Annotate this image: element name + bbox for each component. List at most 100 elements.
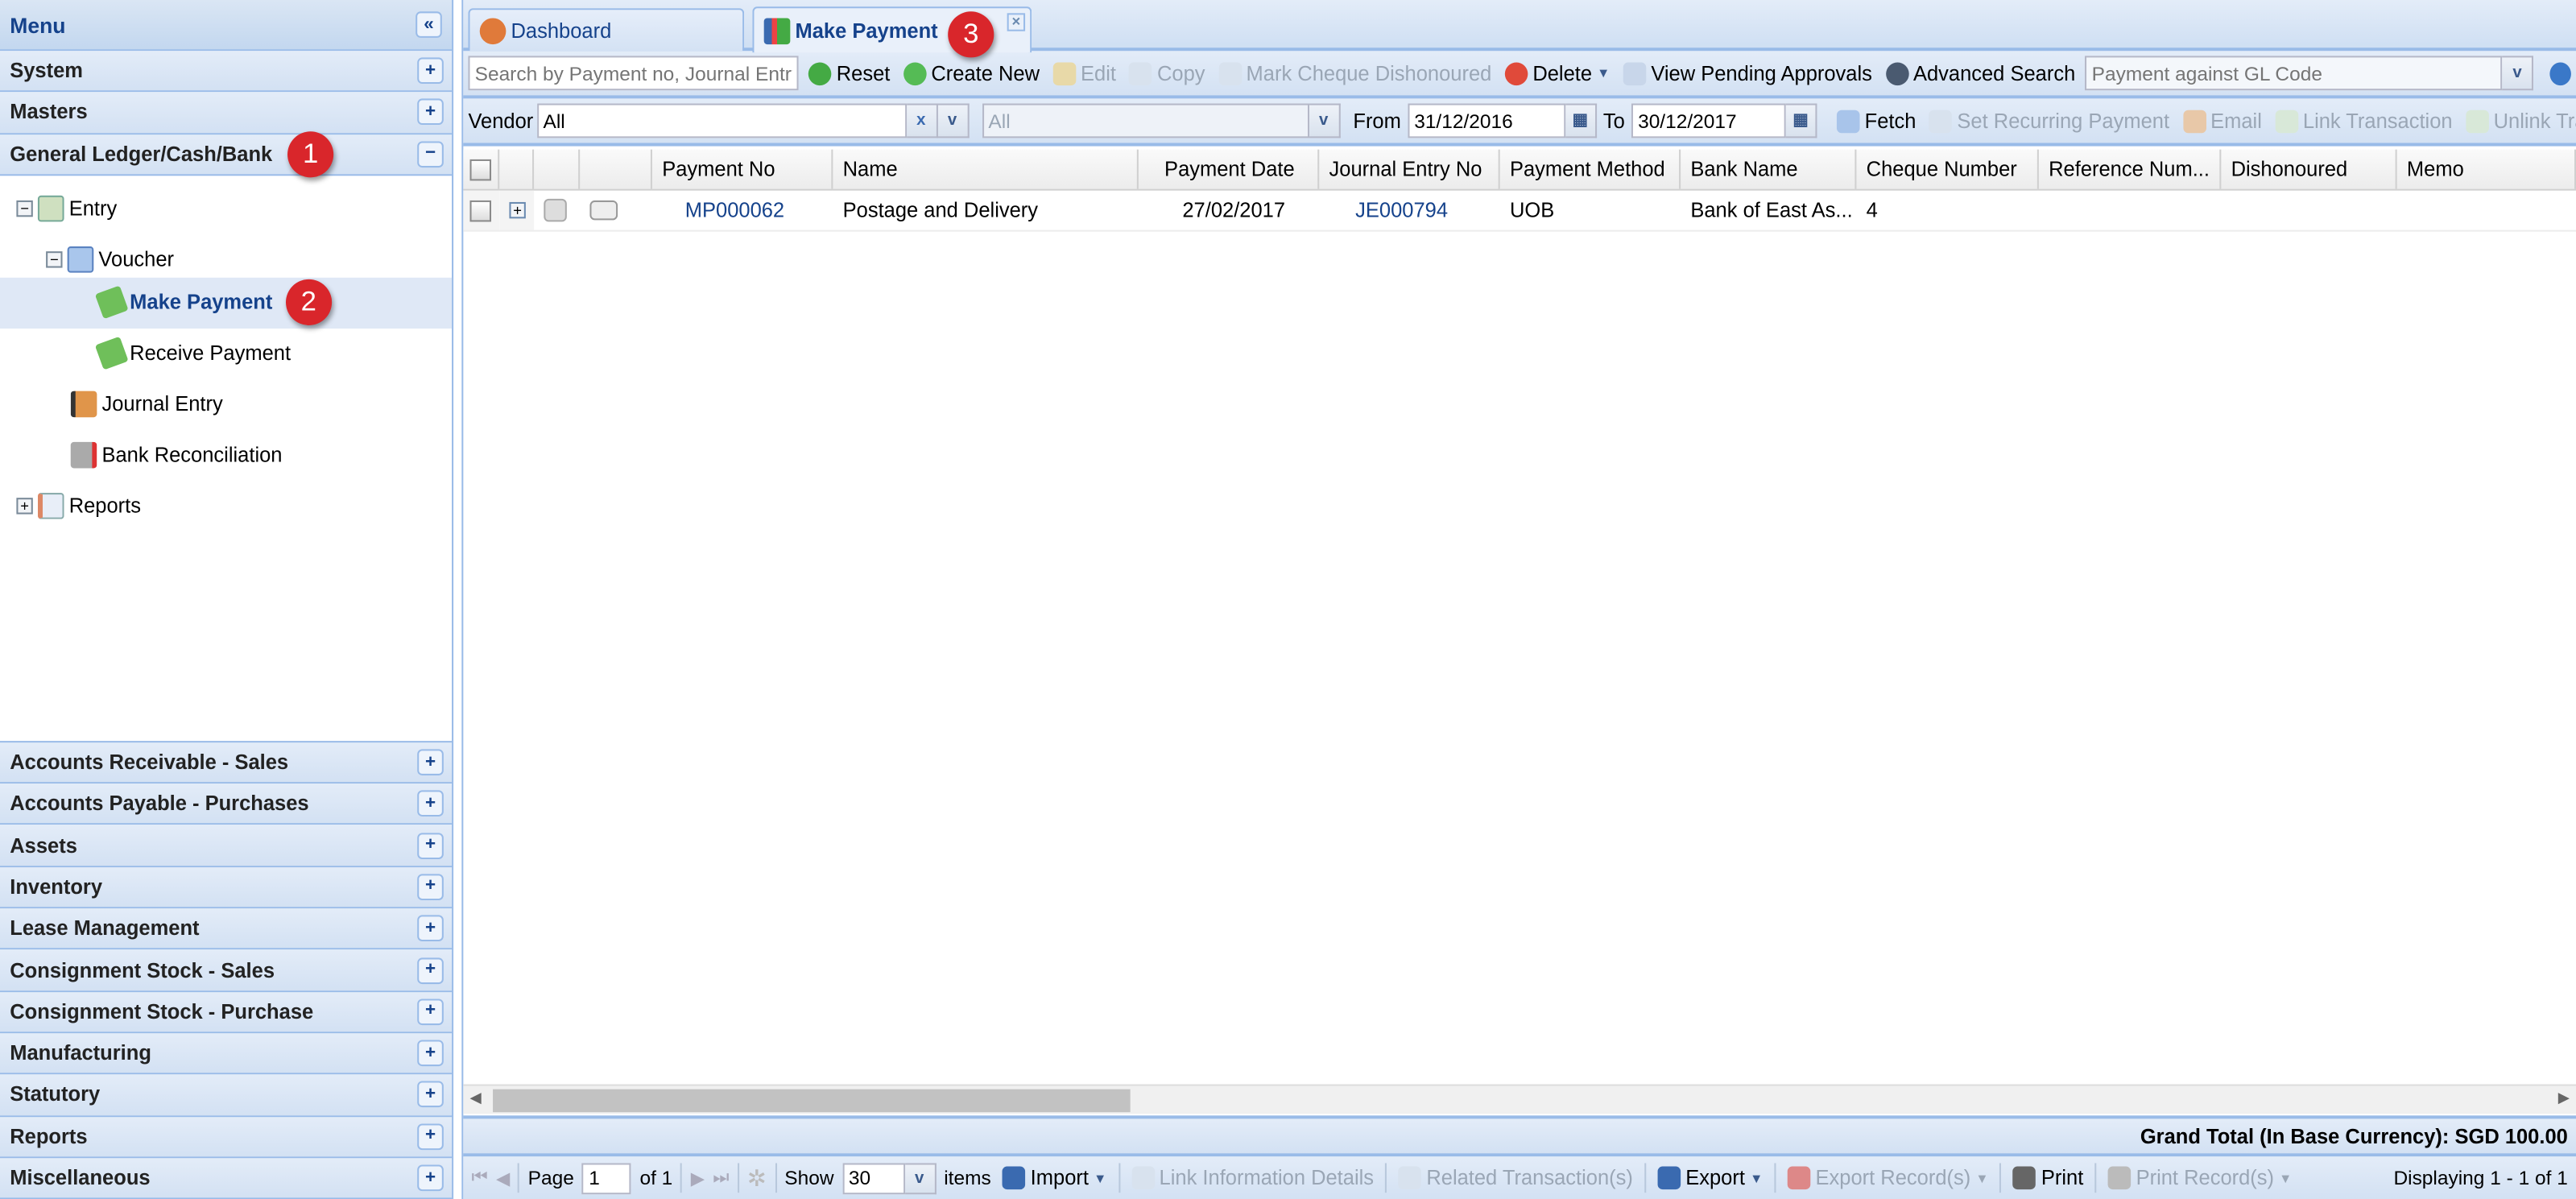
copy-button[interactable]: Copy xyxy=(1126,61,1208,85)
section-masters[interactable]: Masters + xyxy=(0,92,453,134)
calendar-icon[interactable]: ▦ xyxy=(1565,103,1597,139)
calendar-icon[interactable]: ▦ xyxy=(1785,103,1817,139)
to-date-field[interactable]: 30/12/2017 ▦ xyxy=(1631,103,1817,139)
expand-icon[interactable]: + xyxy=(417,1081,444,1108)
expand-icon[interactable]: + xyxy=(417,957,444,984)
column-memo[interactable]: Memo xyxy=(2397,149,2576,189)
column-payment-method[interactable]: Payment Method xyxy=(1500,149,1681,189)
search-input[interactable] xyxy=(468,56,799,91)
scroll-left-icon[interactable]: ◀ xyxy=(469,1089,481,1107)
printer-icon[interactable] xyxy=(544,198,567,222)
chevron-down-icon[interactable]: v xyxy=(2502,56,2534,91)
minus-icon[interactable]: − xyxy=(46,251,63,269)
section-reports[interactable]: Reports + xyxy=(0,1116,453,1159)
checkbox-icon[interactable] xyxy=(469,199,492,221)
from-date-input[interactable]: 31/12/2016 xyxy=(1408,103,1565,139)
page-input[interactable]: 1 xyxy=(582,1162,632,1194)
gl-code-input[interactable] xyxy=(2085,56,2503,91)
page-size-input[interactable]: 30 xyxy=(841,1162,905,1194)
cell-payment-no[interactable]: MP000062 xyxy=(652,191,833,230)
view-pending-approvals-button[interactable]: View Pending Approvals xyxy=(1620,61,1875,85)
section-accounts-payable-purchases[interactable]: Accounts Payable - Purchases + xyxy=(0,783,453,826)
prev-page-icon[interactable]: ◀ xyxy=(496,1168,510,1189)
column-bank-name[interactable]: Bank Name xyxy=(1681,149,1857,189)
expand-icon[interactable]: + xyxy=(417,874,444,900)
envelope-icon[interactable] xyxy=(589,200,618,221)
column-journal-entry-no[interactable]: Journal Entry No xyxy=(1319,149,1500,189)
minus-icon[interactable]: − xyxy=(16,201,33,218)
to-date-input[interactable]: 30/12/2017 xyxy=(1631,103,1786,139)
mark-cheque-dishonoured-button[interactable]: Mark Cheque Dishonoured xyxy=(1215,61,1495,85)
row-checkbox[interactable] xyxy=(463,190,500,230)
section-consignment-stock-sales[interactable]: Consignment Stock - Sales + xyxy=(0,950,453,992)
expand-icon[interactable]: + xyxy=(417,99,444,126)
table-row[interactable]: + MP000062 Postage and Delivery 27/02/20… xyxy=(463,190,2576,232)
select-all-checkbox[interactable] xyxy=(463,149,500,189)
scroll-right-icon[interactable]: ▶ xyxy=(2558,1089,2570,1107)
column-payment-date[interactable]: Payment Date xyxy=(1139,149,1320,189)
first-page-icon[interactable]: ⏮ xyxy=(472,1168,488,1189)
row-expander[interactable]: + xyxy=(499,190,535,230)
help-icon[interactable] xyxy=(2549,61,2571,85)
link-information-details-button[interactable]: Link Information Details xyxy=(1128,1166,1377,1190)
vendor-combo[interactable]: All x v xyxy=(536,103,969,139)
vendor-input[interactable]: All xyxy=(536,103,907,139)
cell-journal-entry-no[interactable]: JE000794 xyxy=(1319,191,1499,230)
section-lease-management[interactable]: Lease Management + xyxy=(0,908,453,951)
collapse-icon[interactable]: − xyxy=(417,140,444,167)
column-reference-number[interactable]: Reference Num... xyxy=(2039,149,2222,189)
secondary-combo[interactable]: All v xyxy=(982,103,1341,139)
refresh-icon[interactable]: ✲ xyxy=(747,1164,767,1192)
print-button[interactable]: Print xyxy=(2010,1166,2086,1190)
tree-node-bank-reconciliation[interactable]: Bank Reconciliation xyxy=(0,430,452,481)
expand-icon[interactable]: + xyxy=(417,998,444,1025)
expand-icon[interactable]: + xyxy=(417,791,444,817)
export-button[interactable]: Export ▼ xyxy=(1654,1166,1766,1190)
tab-make-payment[interactable]: Make Payment 3 × xyxy=(752,6,1032,58)
column-dishonoured[interactable]: Dishonoured xyxy=(2221,149,2397,189)
edit-button[interactable]: Edit xyxy=(1049,61,1119,85)
email-button[interactable]: Email xyxy=(2179,109,2265,133)
chevron-down-icon[interactable]: v xyxy=(904,1162,937,1194)
advanced-search-button[interactable]: Advanced Search xyxy=(1882,61,2078,85)
scrollbar-thumb[interactable] xyxy=(493,1089,1131,1113)
section-system[interactable]: System + xyxy=(0,51,453,93)
expand-icon[interactable]: + xyxy=(417,749,444,776)
section-inventory[interactable]: Inventory + xyxy=(0,866,453,909)
tab-dashboard[interactable]: Dashboard xyxy=(468,8,745,52)
link-transaction-button[interactable]: Link Transaction xyxy=(2272,109,2456,133)
horizontal-scrollbar[interactable]: ◀ ▶ xyxy=(463,1084,2576,1114)
delete-button[interactable]: Delete ▼ xyxy=(1502,61,1614,85)
section-general-ledger[interactable]: General Ledger/Cash/Bank 1 − xyxy=(0,130,453,177)
close-tab-icon[interactable]: × xyxy=(1007,13,1026,31)
expand-icon[interactable]: + xyxy=(417,1123,444,1150)
next-page-icon[interactable]: ▶ xyxy=(691,1168,705,1189)
related-transactions-button[interactable]: Related Transaction(s) xyxy=(1396,1166,1636,1190)
tree-node-receive-payment[interactable]: Receive Payment xyxy=(0,329,452,379)
chevron-down-icon[interactable]: v xyxy=(1309,103,1341,139)
email-row-button[interactable] xyxy=(580,191,652,230)
tree-node-journal-entry[interactable]: Journal Entry xyxy=(0,379,452,430)
section-statutory[interactable]: Statutory + xyxy=(0,1074,453,1117)
print-row-button[interactable] xyxy=(534,191,580,230)
column-cheque-number[interactable]: Cheque Number xyxy=(1856,149,2039,189)
tree-node-entry[interactable]: − Entry xyxy=(0,184,452,234)
unlink-transaction-button[interactable]: Unlink Tran xyxy=(2462,109,2576,133)
plus-icon[interactable]: + xyxy=(16,498,33,515)
clear-icon[interactable]: x xyxy=(906,103,938,139)
export-records-button[interactable]: Export Record(s) ▼ xyxy=(1784,1166,1992,1190)
checkbox-icon[interactable] xyxy=(469,158,492,180)
section-assets[interactable]: Assets + xyxy=(0,825,453,867)
column-name[interactable]: Name xyxy=(833,149,1139,189)
section-consignment-stock-purchase[interactable]: Consignment Stock - Purchase + xyxy=(0,991,453,1034)
expand-icon[interactable]: + xyxy=(417,832,444,859)
expand-icon[interactable]: + xyxy=(417,1164,444,1192)
import-button[interactable]: Import ▼ xyxy=(999,1166,1110,1190)
expand-icon[interactable]: + xyxy=(417,57,444,85)
section-accounts-receivable-sales[interactable]: Accounts Receivable - Sales + xyxy=(0,742,453,784)
create-new-button[interactable]: Create New xyxy=(900,61,1043,85)
page-size-combo[interactable]: 30 v xyxy=(841,1162,937,1194)
print-records-button[interactable]: Print Record(s) ▼ xyxy=(2105,1166,2296,1190)
expand-icon[interactable]: + xyxy=(417,915,444,942)
fetch-button[interactable]: Fetch xyxy=(1834,109,1920,133)
